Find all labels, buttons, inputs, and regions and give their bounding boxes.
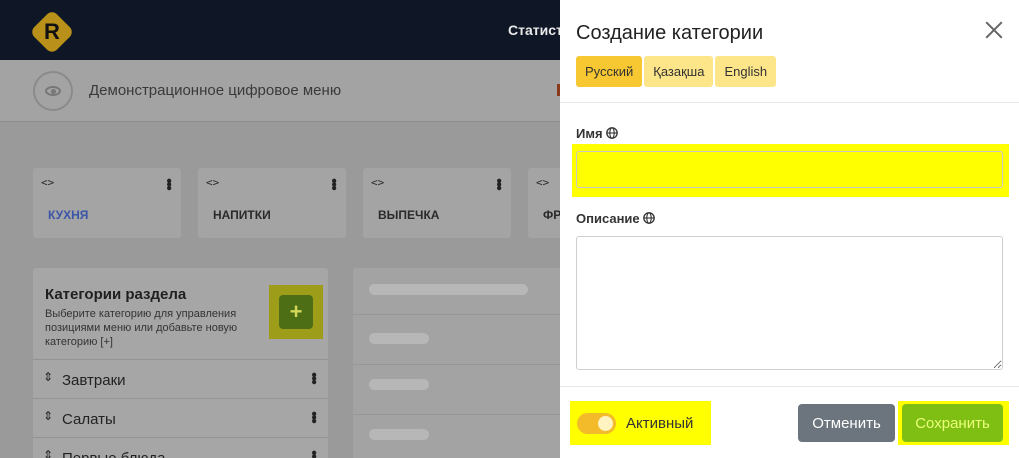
header-divider	[560, 102, 1019, 103]
section-card-drinks[interactable]: <> ••• НАПИТКИ	[198, 168, 346, 238]
section-label: КУХНЯ	[48, 208, 89, 222]
kebab-menu-icon[interactable]: •••	[160, 178, 177, 189]
toggle-knob	[598, 416, 613, 431]
tab-language-english[interactable]: English	[715, 56, 777, 87]
section-card-partial[interactable]: <> ФР	[528, 168, 560, 238]
kebab-menu-icon[interactable]: •••	[490, 178, 507, 189]
section-card-bakery[interactable]: <> ••• ВЫПЕЧКА	[363, 168, 511, 238]
active-toggle-label[interactable]: Активный	[626, 415, 693, 432]
categories-panel-title: Категории раздела	[45, 286, 187, 303]
category-name: Салаты	[62, 411, 116, 428]
logo-letter: R	[44, 19, 60, 44]
section-label: ФР	[543, 208, 560, 222]
sort-arrows-icon[interactable]: ⇕	[43, 370, 53, 384]
footer-divider	[560, 386, 1019, 387]
menu-items-loading-panel	[353, 268, 560, 458]
nav-item-statistics[interactable]: Статист	[508, 22, 563, 38]
description-label-text: Описание	[576, 211, 640, 226]
name-field-label: Имя	[576, 126, 618, 141]
name-label-text: Имя	[576, 126, 603, 141]
add-category-highlight: +	[269, 285, 323, 339]
skeleton-line	[369, 333, 429, 344]
globe-icon	[642, 212, 655, 224]
code-brackets-icon: <>	[41, 176, 55, 189]
tab-language-russian[interactable]: Русский	[576, 56, 643, 87]
globe-icon	[605, 127, 618, 139]
save-button[interactable]: Сохранить	[902, 404, 1003, 442]
category-row[interactable]: ⇕ Салаты •••	[33, 398, 328, 437]
sort-arrows-icon[interactable]: ⇕	[43, 409, 53, 423]
code-brackets-icon: <>	[371, 176, 385, 189]
preview-button[interactable]	[33, 71, 73, 111]
kebab-menu-icon[interactable]: •••	[325, 178, 342, 189]
description-textarea[interactable]	[576, 236, 1003, 370]
code-brackets-icon: <>	[206, 176, 220, 189]
description-field-label: Описание	[576, 211, 655, 226]
menu-name: Демонстрационное цифровое меню	[89, 82, 342, 99]
close-icon[interactable]	[982, 18, 1006, 42]
category-name: Завтраки	[62, 372, 126, 389]
add-category-button[interactable]: +	[279, 295, 313, 329]
section-label: НАПИТКИ	[213, 208, 271, 222]
code-brackets-icon: <>	[536, 176, 550, 189]
eye-icon	[45, 86, 61, 96]
sort-arrows-icon[interactable]: ⇕	[43, 448, 53, 458]
skeleton-row	[353, 414, 560, 454]
kebab-menu-icon[interactable]: •••	[305, 411, 322, 422]
categories-panel: Категории раздела Выберите категорию для…	[33, 268, 328, 458]
kebab-menu-icon[interactable]: •••	[305, 372, 322, 383]
brand-logo[interactable]: R	[29, 9, 75, 55]
tab-language-kazakh[interactable]: Қазақша	[644, 56, 714, 87]
menu-subheader: Демонстрационное цифровое меню	[0, 60, 560, 122]
create-category-modal: Создание категории Русский Қазақша English…	[560, 0, 1019, 458]
skeleton-row	[353, 364, 560, 404]
category-row[interactable]: ⇕ Первые блюда •••	[33, 437, 328, 458]
skeleton-line	[369, 429, 429, 440]
skeleton-line	[369, 379, 429, 390]
name-input[interactable]	[576, 151, 1003, 188]
language-tabs: Русский Қазақша English	[576, 56, 778, 87]
categories-panel-description: Выберите категорию для управления позици…	[45, 308, 238, 348]
kebab-menu-icon[interactable]: •••	[305, 450, 322, 458]
cancel-button[interactable]: Отменить	[798, 404, 895, 442]
category-name: Первые блюда	[62, 450, 165, 458]
active-toggle-switch[interactable]	[577, 413, 616, 434]
modal-title: Создание категории	[576, 22, 764, 44]
category-row[interactable]: ⇕ Завтраки •••	[33, 359, 328, 398]
section-card-kitchen[interactable]: <> ••• КУХНЯ	[33, 168, 181, 238]
skeleton-line	[369, 284, 528, 295]
section-label: ВЫПЕЧКА	[378, 208, 440, 222]
skeleton-row	[353, 314, 560, 354]
